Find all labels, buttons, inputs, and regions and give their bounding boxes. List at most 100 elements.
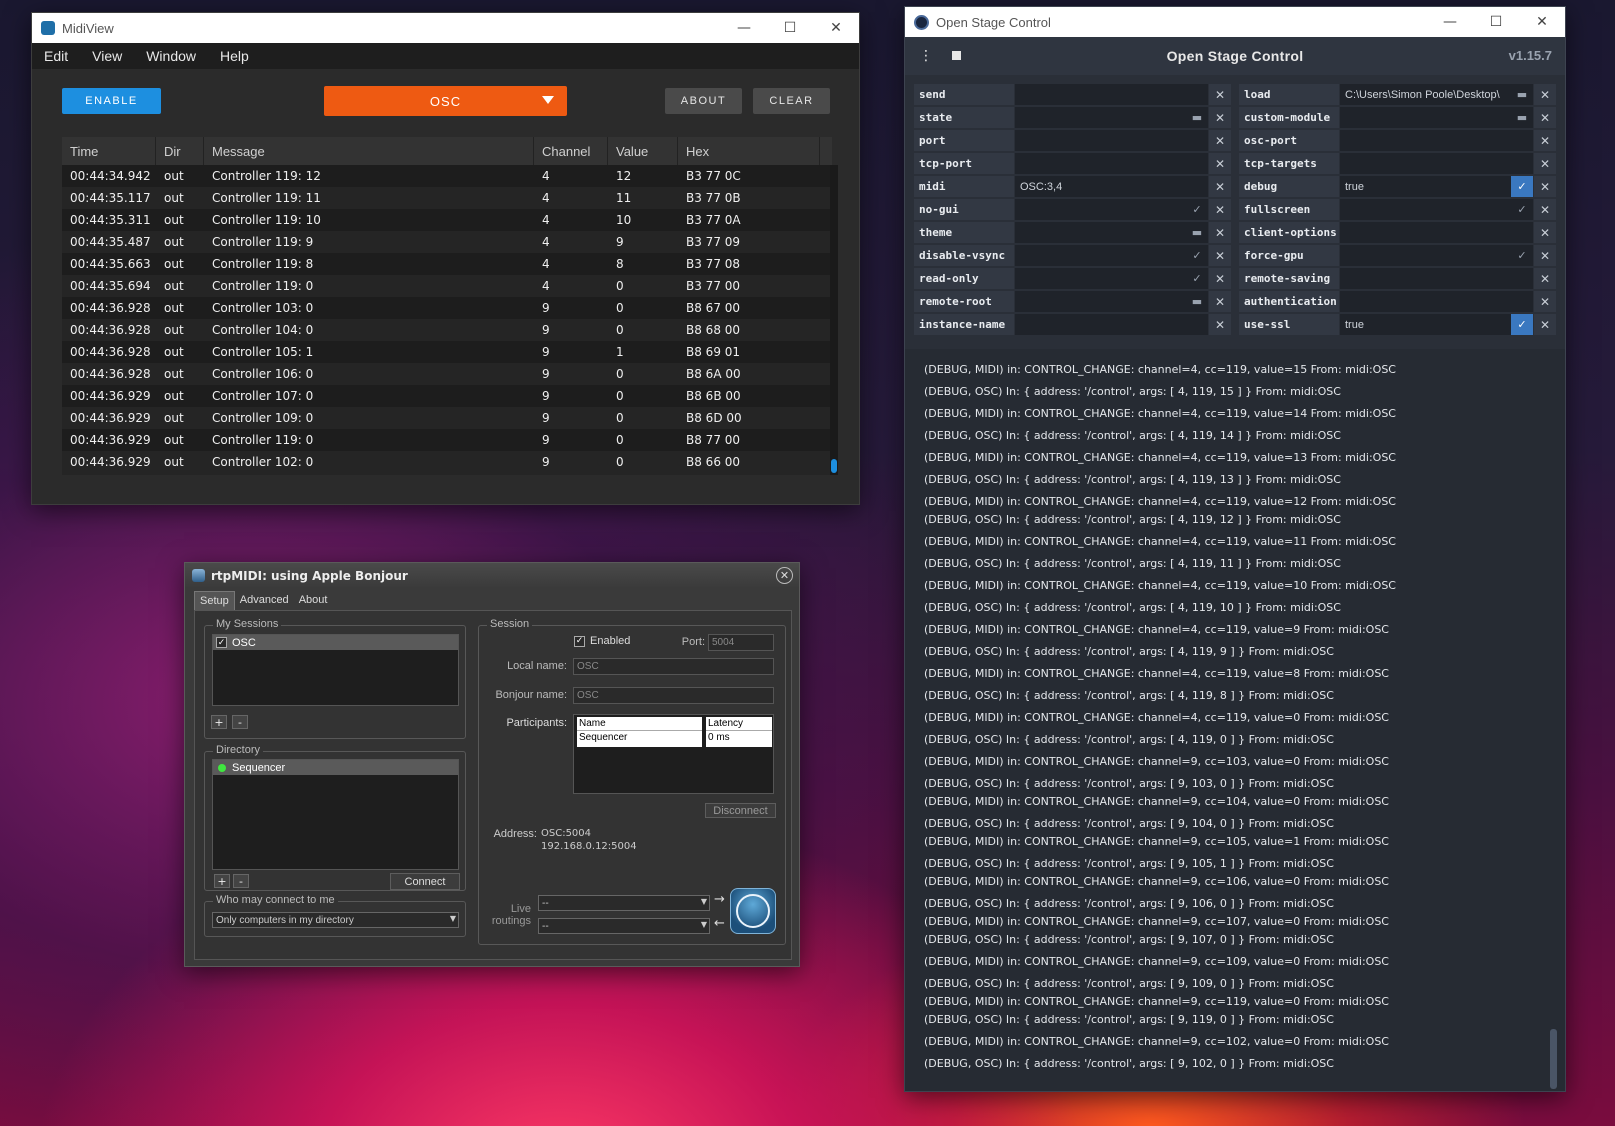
- remove-directory-button[interactable]: -: [233, 874, 249, 888]
- clear-option-icon[interactable]: ✕: [1209, 176, 1231, 197]
- option-value-input[interactable]: OSC:3,4: [1015, 176, 1208, 197]
- sessions-list[interactable]: ✓ OSC: [212, 634, 459, 706]
- enabled-checkbox-row[interactable]: ✓ Enabled: [574, 635, 630, 647]
- option-value-input[interactable]: [1015, 245, 1186, 266]
- clear-option-icon[interactable]: ✕: [1209, 84, 1231, 105]
- enabled-checkbox[interactable]: ✓: [574, 635, 585, 647]
- participants-header-name[interactable]: Name: [577, 717, 702, 731]
- table-row[interactable]: 00:44:35.117 out Controller 119: 11 4 11 B3 7…: [62, 187, 832, 209]
- folder-icon[interactable]: ▬: [1186, 222, 1208, 243]
- local-name-field[interactable]: OSC: [573, 658, 774, 675]
- routing-out-select[interactable]: -- ▼: [538, 918, 710, 934]
- tab-about[interactable]: About: [294, 591, 333, 610]
- kebab-menu-icon[interactable]: ⋮: [919, 48, 933, 64]
- table-row[interactable]: 00:44:36.929 out Controller 119: 0 9 0 B8 77 …: [62, 429, 832, 451]
- clear-option-icon[interactable]: ✕: [1534, 130, 1556, 151]
- clear-option-icon[interactable]: ✕: [1209, 130, 1231, 151]
- clear-option-icon[interactable]: ✕: [1534, 84, 1556, 105]
- disconnect-button[interactable]: Disconnect: [705, 803, 776, 818]
- option-value-input[interactable]: true: [1340, 176, 1511, 197]
- maximize-icon[interactable]: ☐: [1473, 7, 1519, 37]
- option-value-input[interactable]: [1340, 245, 1511, 266]
- connect-button[interactable]: Connect: [390, 873, 460, 890]
- option-value-input[interactable]: C:\Users\Simon Poole\Desktop\: [1340, 84, 1511, 105]
- option-value-input[interactable]: [1340, 107, 1511, 128]
- clear-option-icon[interactable]: ✕: [1209, 291, 1231, 312]
- close-icon[interactable]: ✕: [813, 13, 859, 43]
- clear-option-icon[interactable]: ✕: [1534, 245, 1556, 266]
- column-header-channel[interactable]: Channel: [534, 137, 608, 165]
- clear-option-icon[interactable]: ✕: [1534, 107, 1556, 128]
- stop-icon[interactable]: [952, 51, 961, 60]
- option-value-input[interactable]: [1340, 222, 1533, 243]
- participants-header-latency[interactable]: Latency: [706, 717, 772, 731]
- add-directory-button[interactable]: +: [214, 874, 230, 888]
- table-row[interactable]: 00:44:34.942 out Controller 119: 12 4 12 B3 7…: [62, 165, 832, 187]
- table-scrollbar[interactable]: [830, 165, 838, 475]
- table-row[interactable]: 00:44:36.929 out Controller 107: 0 9 0 B8 6B …: [62, 385, 832, 407]
- option-value-input[interactable]: [1015, 84, 1208, 105]
- option-value-input[interactable]: [1015, 291, 1186, 312]
- option-value-input[interactable]: [1015, 268, 1186, 289]
- menu-view[interactable]: View: [92, 48, 122, 64]
- remove-session-button[interactable]: -: [232, 715, 248, 729]
- bonjour-name-field[interactable]: OSC: [573, 687, 774, 704]
- clear-option-icon[interactable]: ✕: [1534, 153, 1556, 174]
- participant-name[interactable]: Sequencer: [577, 731, 702, 744]
- about-button[interactable]: ABOUT: [665, 88, 742, 114]
- checkbox-icon[interactable]: ✓: [1511, 176, 1533, 197]
- table-row[interactable]: 00:44:36.928 out Controller 105: 1 9 1 B8 69 …: [62, 341, 832, 363]
- directory-list-item[interactable]: Sequencer: [213, 760, 458, 775]
- menu-window[interactable]: Window: [146, 48, 196, 64]
- checkbox-icon[interactable]: ✓: [1186, 199, 1208, 220]
- add-session-button[interactable]: +: [211, 715, 227, 729]
- maximize-icon[interactable]: ☐: [767, 13, 813, 43]
- clear-option-icon[interactable]: ✕: [1534, 222, 1556, 243]
- clear-option-icon[interactable]: ✕: [1209, 268, 1231, 289]
- enable-button[interactable]: ENABLE: [62, 88, 161, 114]
- clear-option-icon[interactable]: ✕: [1209, 199, 1231, 220]
- column-header-message[interactable]: Message: [204, 137, 534, 165]
- clear-option-icon[interactable]: ✕: [1209, 245, 1231, 266]
- column-header-dir[interactable]: Dir: [156, 137, 204, 165]
- directory-list[interactable]: Sequencer: [212, 759, 459, 870]
- close-icon[interactable]: ✕: [1519, 7, 1565, 37]
- table-row[interactable]: 00:44:35.311 out Controller 119: 10 4 10 B3 7…: [62, 209, 832, 231]
- column-header-value[interactable]: Value: [608, 137, 678, 165]
- port-dropdown[interactable]: OSC: [324, 86, 567, 116]
- clear-option-icon[interactable]: ✕: [1534, 199, 1556, 220]
- participants-table[interactable]: Name Sequencer Latency 0 ms: [573, 714, 774, 794]
- option-value-input[interactable]: [1015, 199, 1186, 220]
- option-value-input[interactable]: [1340, 130, 1533, 151]
- table-row[interactable]: 00:44:35.663 out Controller 119: 8 4 8 B3 77 …: [62, 253, 832, 275]
- scrollbar-thumb[interactable]: [831, 459, 837, 473]
- checkbox-icon[interactable]: ✓: [1511, 245, 1533, 266]
- option-value-input[interactable]: [1015, 153, 1208, 174]
- checkbox-icon[interactable]: ✓: [1511, 314, 1533, 335]
- option-value-input[interactable]: [1015, 107, 1186, 128]
- clear-option-icon[interactable]: ✕: [1534, 176, 1556, 197]
- checkbox-icon[interactable]: ✓: [1186, 245, 1208, 266]
- port-field[interactable]: 5004: [708, 634, 774, 651]
- column-header-time[interactable]: Time: [62, 137, 156, 165]
- who-may-connect-select[interactable]: Only computers in my directory ▼: [212, 912, 459, 928]
- clear-option-icon[interactable]: ✕: [1209, 222, 1231, 243]
- clear-button[interactable]: CLEAR: [753, 88, 830, 114]
- folder-icon[interactable]: ▬: [1511, 84, 1533, 105]
- menu-help[interactable]: Help: [220, 48, 249, 64]
- option-value-input[interactable]: [1340, 268, 1533, 289]
- option-value-input[interactable]: [1340, 153, 1533, 174]
- table-row[interactable]: 00:44:35.487 out Controller 119: 9 4 9 B3 77 …: [62, 231, 832, 253]
- table-row[interactable]: 00:44:36.928 out Controller 103: 0 9 0 B8 67 …: [62, 297, 832, 319]
- minimize-icon[interactable]: —: [721, 13, 767, 43]
- folder-icon[interactable]: ▬: [1186, 291, 1208, 312]
- table-row[interactable]: 00:44:35.694 out Controller 119: 0 4 0 B3 77 …: [62, 275, 832, 297]
- clear-option-icon[interactable]: ✕: [1209, 107, 1231, 128]
- option-value-input[interactable]: true: [1340, 314, 1511, 335]
- routing-in-select[interactable]: -- ▼: [538, 895, 710, 911]
- option-value-input[interactable]: [1340, 291, 1533, 312]
- table-row[interactable]: 00:44:36.928 out Controller 104: 0 9 0 B8 68 …: [62, 319, 832, 341]
- console-scrollbar[interactable]: [1550, 1029, 1557, 1089]
- option-value-input[interactable]: [1015, 222, 1186, 243]
- option-value-input[interactable]: [1015, 130, 1208, 151]
